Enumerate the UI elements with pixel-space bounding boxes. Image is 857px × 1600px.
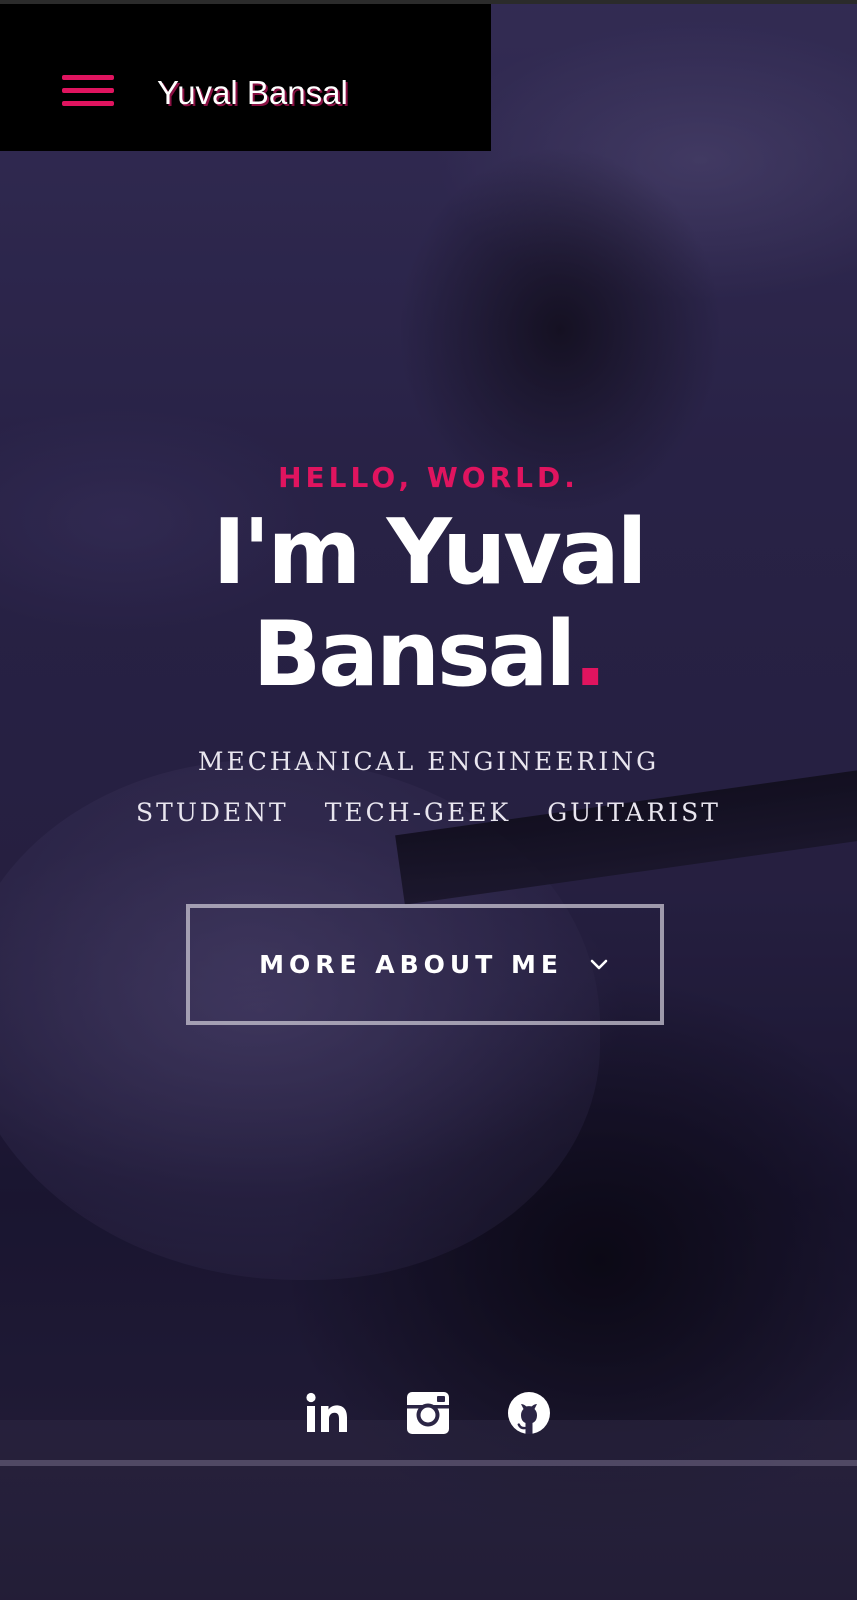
instagram-icon[interactable]	[405, 1390, 451, 1436]
headline-line-1: I'm Yuval	[212, 500, 647, 605]
menu-line	[62, 88, 114, 93]
more-about-me-label: MORE ABOUT ME	[259, 950, 563, 979]
hamburger-menu-icon[interactable]	[60, 71, 116, 115]
chevron-down-icon	[587, 953, 611, 977]
hero-greeting: HELLO, WORLD.	[278, 461, 579, 494]
menu-line	[62, 75, 114, 80]
social-links	[0, 1390, 857, 1436]
hero-headline: I'm Yuval Bansal.	[0, 502, 857, 706]
headline-period: .	[573, 602, 607, 707]
role-item: STUDENT	[136, 798, 289, 827]
site-name[interactable]: Yuval Bansal	[157, 74, 348, 112]
linkedin-icon[interactable]	[304, 1390, 350, 1436]
role-item: MECHANICAL ENGINEERING	[197, 747, 660, 776]
menu-line	[62, 101, 114, 106]
roles-list: MECHANICAL ENGINEERING STUDENT TECH-GEEK…	[99, 736, 759, 838]
github-icon[interactable]	[506, 1390, 552, 1436]
hero-content: HELLO, WORLD. I'm Yuval Bansal. MECHANIC…	[0, 458, 857, 838]
site-header: Yuval Bansal	[0, 4, 491, 151]
more-about-me-button[interactable]: MORE ABOUT ME	[186, 904, 664, 1025]
role-item: TECH-GEEK	[324, 798, 512, 827]
hero-page: Yuval Bansal HELLO, WORLD. I'm Yuval Ban…	[0, 0, 857, 1600]
headline-line-2: Bansal	[252, 602, 577, 707]
role-item: GUITARIST	[547, 798, 721, 827]
